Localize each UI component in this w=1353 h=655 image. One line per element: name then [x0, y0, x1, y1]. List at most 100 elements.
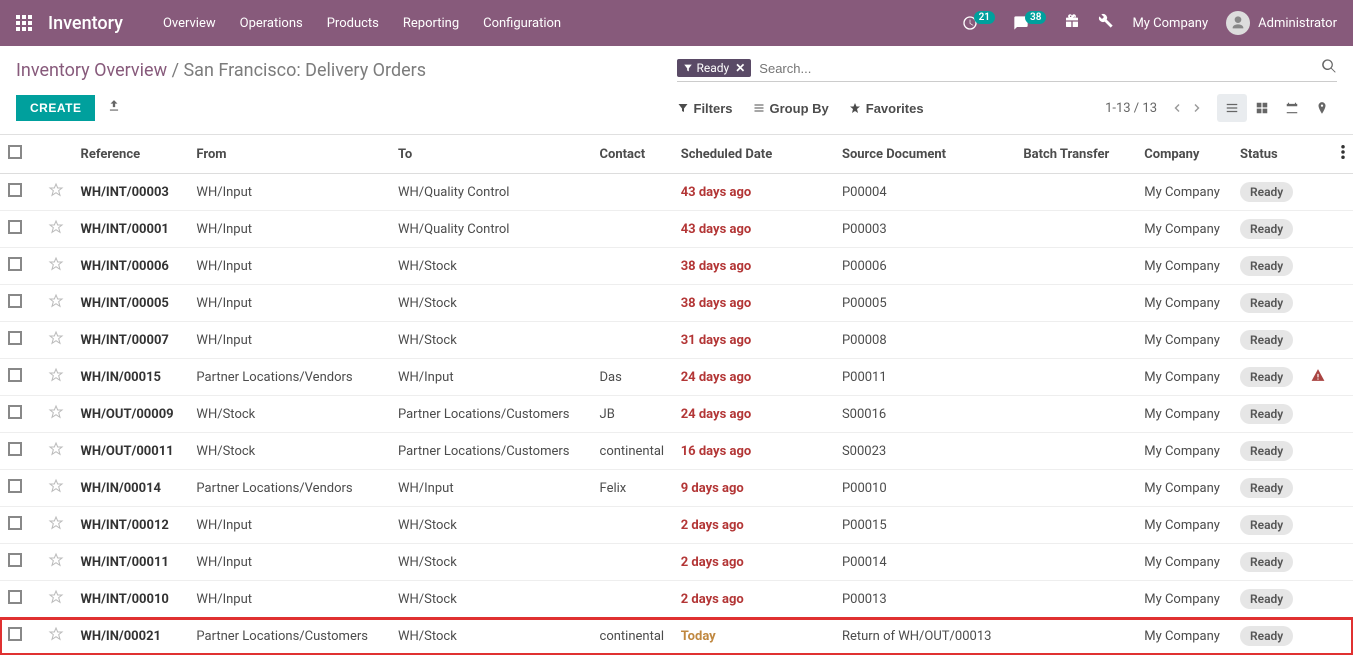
row-checkbox[interactable] [8, 405, 22, 419]
activities-button[interactable]: 21 [962, 15, 995, 31]
favorites-button[interactable]: Favorites [849, 101, 924, 116]
row-checkbox[interactable] [8, 294, 22, 308]
apps-icon[interactable] [16, 15, 32, 31]
table-row[interactable]: WH/OUT/00011 WH/Stock Partner Locations/… [0, 433, 1353, 470]
star-icon[interactable] [48, 409, 64, 424]
cell-source: P00004 [834, 174, 1015, 211]
col-reference[interactable]: Reference [73, 135, 189, 174]
table-row[interactable]: WH/INT/00011 WH/Input WH/Stock 2 days ag… [0, 544, 1353, 581]
table-row[interactable]: WH/IN/00014 Partner Locations/Vendors WH… [0, 470, 1353, 507]
star-icon[interactable] [48, 594, 64, 609]
table-row[interactable]: WH/INT/00006 WH/Input WH/Stock 38 days a… [0, 248, 1353, 285]
cell-from: WH/Input [188, 211, 390, 248]
breadcrumb-parent[interactable]: Inventory Overview [16, 60, 167, 81]
cell-date: 9 days ago [673, 470, 834, 507]
table-row[interactable]: WH/INT/00010 WH/Input WH/Stock 2 days ag… [0, 581, 1353, 618]
import-icon[interactable] [107, 99, 121, 117]
cell-contact [592, 174, 673, 211]
view-map-icon[interactable] [1307, 94, 1337, 122]
col-contact[interactable]: Contact [592, 135, 673, 174]
filters-button[interactable]: Filters [677, 101, 733, 116]
row-checkbox[interactable] [8, 220, 22, 234]
star-icon[interactable] [48, 187, 64, 202]
nav-reporting[interactable]: Reporting [403, 16, 459, 31]
col-from[interactable]: From [188, 135, 390, 174]
cell-to: WH/Input [390, 470, 592, 507]
row-checkbox[interactable] [8, 479, 22, 493]
chevron-right-icon[interactable] [1191, 102, 1203, 114]
status-badge: Ready [1240, 330, 1293, 350]
table-row[interactable]: WH/INT/00007 WH/Input WH/Stock 31 days a… [0, 322, 1353, 359]
row-checkbox[interactable] [8, 368, 22, 382]
cell-company: My Company [1136, 248, 1232, 285]
view-list-icon[interactable] [1217, 94, 1247, 122]
cell-warning [1303, 211, 1333, 248]
table-row[interactable]: WH/IN/00021 Partner Locations/Customers … [0, 618, 1353, 655]
star-icon[interactable] [48, 631, 64, 646]
nav-operations[interactable]: Operations [240, 16, 303, 31]
create-button[interactable]: CREATE [16, 95, 95, 121]
facet-remove[interactable]: ✕ [735, 61, 745, 75]
search-icon[interactable] [1321, 58, 1337, 78]
groupby-button[interactable]: Group By [753, 101, 829, 116]
row-checkbox[interactable] [8, 257, 22, 271]
filter-bar: Filters Group By Favorites [677, 101, 924, 116]
cell-to: WH/Stock [390, 322, 592, 359]
star-icon[interactable] [48, 446, 64, 461]
cell-to: Partner Locations/Customers [390, 396, 592, 433]
col-to[interactable]: To [390, 135, 592, 174]
cell-company: My Company [1136, 507, 1232, 544]
table-row[interactable]: WH/INT/00005 WH/Input WH/Stock 38 days a… [0, 285, 1353, 322]
nav-overview[interactable]: Overview [163, 16, 216, 31]
pager[interactable]: 1-13 / 13 [1105, 101, 1157, 116]
star-icon[interactable] [48, 483, 64, 498]
view-calendar-icon[interactable] [1277, 94, 1307, 122]
star-icon[interactable] [48, 224, 64, 239]
select-all-checkbox[interactable] [8, 145, 22, 159]
cell-from: WH/Input [188, 544, 390, 581]
search-input[interactable] [751, 59, 1321, 78]
star-icon[interactable] [48, 557, 64, 572]
col-date[interactable]: Scheduled Date [673, 135, 834, 174]
star-icon[interactable] [48, 298, 64, 313]
view-kanban-icon[interactable] [1247, 94, 1277, 122]
cell-contact: continental [592, 433, 673, 470]
row-checkbox[interactable] [8, 627, 22, 641]
star-icon[interactable] [48, 335, 64, 350]
row-checkbox[interactable] [8, 516, 22, 530]
star-icon[interactable] [48, 261, 64, 276]
col-status[interactable]: Status [1232, 135, 1303, 174]
app-title[interactable]: Inventory [48, 13, 123, 34]
cell-source: S00023 [834, 433, 1015, 470]
col-batch[interactable]: Batch Transfer [1015, 135, 1136, 174]
row-checkbox[interactable] [8, 590, 22, 604]
col-source[interactable]: Source Document [834, 135, 1015, 174]
table-row[interactable]: WH/INT/00012 WH/Input WH/Stock 2 days ag… [0, 507, 1353, 544]
star-icon[interactable] [48, 372, 64, 387]
table-row[interactable]: WH/IN/00015 Partner Locations/Vendors WH… [0, 359, 1353, 396]
view-switcher [1217, 94, 1337, 122]
row-checkbox[interactable] [8, 442, 22, 456]
nav-configuration[interactable]: Configuration [483, 16, 561, 31]
cell-date: 38 days ago [673, 248, 834, 285]
table-row[interactable]: WH/INT/00001 WH/Input WH/Quality Control… [0, 211, 1353, 248]
col-company[interactable]: Company [1136, 135, 1232, 174]
row-checkbox[interactable] [8, 553, 22, 567]
status-badge: Ready [1240, 404, 1293, 424]
messages-button[interactable]: 38 [1013, 15, 1046, 31]
row-checkbox[interactable] [8, 331, 22, 345]
star-icon[interactable] [48, 520, 64, 535]
gift-icon[interactable] [1064, 13, 1080, 33]
nav-products[interactable]: Products [327, 16, 379, 31]
chevron-left-icon[interactable] [1171, 102, 1183, 114]
company-name[interactable]: My Company [1132, 16, 1208, 31]
tools-icon[interactable] [1098, 13, 1114, 33]
user-menu[interactable]: Administrator [1226, 11, 1337, 35]
table-row[interactable]: WH/OUT/00009 WH/Stock Partner Locations/… [0, 396, 1353, 433]
cell-warning [1303, 174, 1333, 211]
table-row[interactable]: WH/INT/00003 WH/Input WH/Quality Control… [0, 174, 1353, 211]
column-options-icon[interactable] [1341, 145, 1345, 163]
cell-source: P00010 [834, 470, 1015, 507]
row-checkbox[interactable] [8, 183, 22, 197]
status-badge: Ready [1240, 515, 1293, 535]
